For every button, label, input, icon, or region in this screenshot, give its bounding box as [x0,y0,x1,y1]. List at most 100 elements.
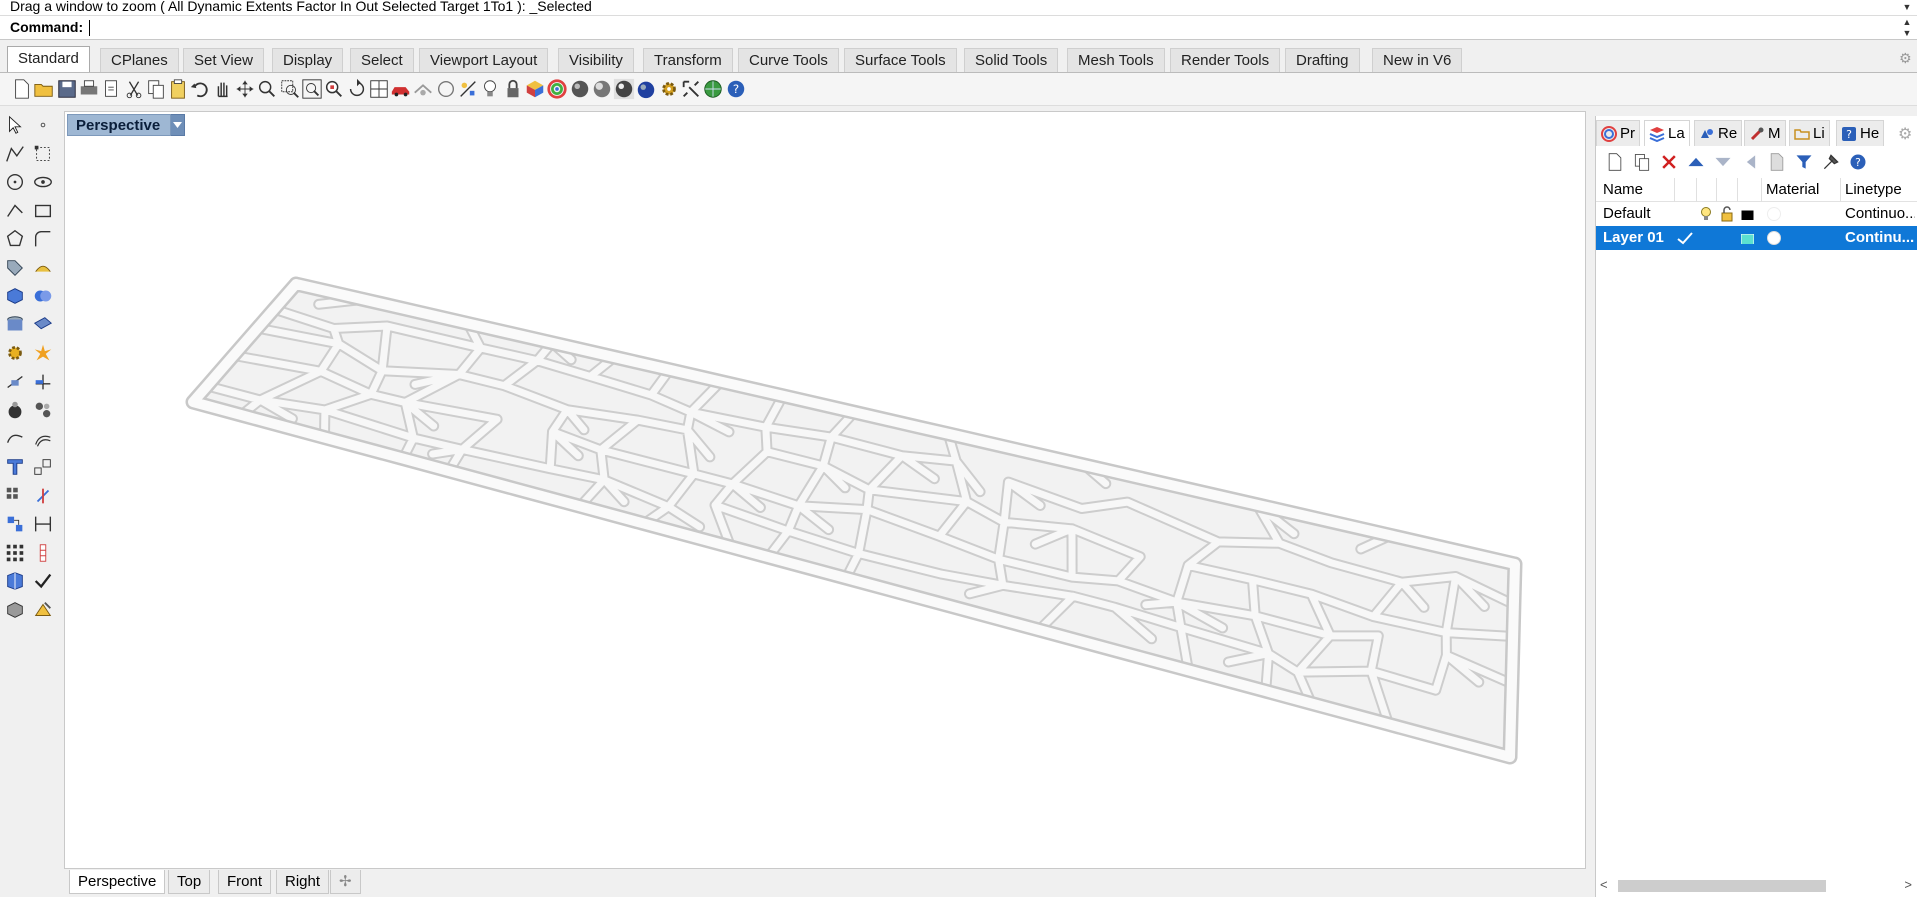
rotate-view-button[interactable] [233,77,257,101]
chevron-right-icon[interactable]: > [1904,877,1912,892]
boolean-button[interactable] [2,397,28,423]
cage-button[interactable] [2,568,28,594]
circle-button[interactable] [434,77,458,101]
tab-visibility[interactable]: Visibility [558,48,634,72]
move-up-button[interactable] [1685,151,1707,173]
new-layer-button[interactable] [1604,151,1626,173]
zoom-selected-button[interactable] [322,77,346,101]
tab-transform[interactable]: Transform [643,48,733,72]
gear-button[interactable] [2,340,28,366]
lock-button[interactable] [501,77,525,101]
polyline-button[interactable] [2,141,28,167]
undo-button[interactable] [188,77,212,101]
chevron-left-icon[interactable]: < [1600,877,1608,892]
dimension-button[interactable] [30,511,56,537]
trim-button[interactable] [2,369,28,395]
column-header-name[interactable]: Name [1603,178,1643,202]
tab-drafting[interactable]: Drafting [1285,48,1360,72]
add-viewport-tab-icon[interactable]: ✢ [330,870,361,894]
array-button[interactable] [2,483,28,509]
new-file-button[interactable] [10,77,34,101]
viewport-title[interactable]: Perspective [67,114,186,136]
tools-button[interactable] [1820,151,1842,173]
viewport-tab-top[interactable]: Top [168,870,211,894]
mesh-button[interactable] [30,312,56,338]
box-button[interactable] [2,283,28,309]
rectangle-button[interactable] [30,198,56,224]
car-button[interactable] [389,77,413,101]
grid-array-button[interactable] [2,540,28,566]
command-scroll-up-icon[interactable]: ▲ [1901,17,1913,27]
sphere-button[interactable] [568,77,592,101]
column-header-linetype[interactable]: Linetype [1845,178,1902,202]
color-wheel-button[interactable] [545,77,569,101]
surface-button[interactable] [30,255,56,281]
select-arrow-button[interactable] [2,112,28,138]
solid-union-button[interactable] [30,283,56,309]
tab-viewport-layout[interactable]: Viewport Layout [419,48,549,72]
tab-mesh-tools[interactable]: Mesh Tools [1067,48,1165,72]
print-button[interactable] [77,77,101,101]
undo-view-button[interactable] [345,77,369,101]
offset-button[interactable] [30,426,56,452]
circle-button[interactable] [2,169,28,195]
panel-tab-help[interactable]: ? He [1836,120,1885,146]
save-button[interactable] [55,77,79,101]
history-button[interactable] [30,540,56,566]
viewport-tab-perspective[interactable]: Perspective [69,870,166,894]
copy-button[interactable] [144,77,168,101]
tab-display[interactable]: Display [272,48,344,72]
import-button[interactable] [99,77,123,101]
solid-box-button[interactable] [2,597,28,623]
shaded-sphere-button[interactable] [590,77,614,101]
material-button[interactable] [523,77,547,101]
scale-button[interactable] [30,454,56,480]
tab-render-tools[interactable]: Render Tools [1170,48,1281,72]
properties-button[interactable] [679,77,703,101]
shade-button[interactable] [634,77,658,101]
delete-button[interactable] [1658,151,1680,173]
layer-state-button[interactable] [1766,151,1788,173]
viewport-tab-right[interactable]: Right [276,870,330,894]
layer-row-layer-01[interactable]: Layer 01 Continu... [1596,226,1917,250]
options-button[interactable] [411,77,435,101]
tab-solid-tools[interactable]: Solid Tools [964,48,1059,72]
filter-button[interactable] [1793,151,1815,173]
command-line[interactable]: Command: ▲ ▼ [0,16,1917,40]
render-button[interactable] [30,597,56,623]
fillet-curve-button[interactable] [30,226,56,252]
chevron-down-icon[interactable] [171,114,186,136]
light-bulb-button[interactable] [478,77,502,101]
panel-tab-materials[interactable]: M [1744,120,1786,146]
tab-set-view[interactable]: Set View [183,48,264,72]
layer-color-swatch[interactable] [1741,231,1754,244]
tab-new-in-v6[interactable]: New in V6 [1372,48,1463,72]
globe-button[interactable] [701,77,725,101]
cut-button[interactable] [122,77,146,101]
layer-linetype[interactable]: Continu... [1845,226,1915,250]
gumball-button[interactable] [30,483,56,509]
panel-tab-properties[interactable]: Pr [1596,120,1640,146]
paste-button[interactable] [166,77,190,101]
command-scroll-down-icon[interactable]: ▼ [1901,2,1913,12]
viewport-tab-front[interactable]: Front [218,870,272,894]
layer-color-swatch[interactable] [1741,207,1754,220]
gear-icon[interactable]: ⚙ [1899,51,1913,65]
point-button[interactable] [30,112,56,138]
current-layer-check-icon[interactable] [1676,230,1694,254]
tab-cplanes[interactable]: CPlanes [100,48,179,72]
block-button[interactable] [2,511,28,537]
perspective-viewport[interactable]: Perspective [64,111,1586,869]
panel-tab-layers[interactable]: La [1644,120,1690,146]
gear-button[interactable] [657,77,681,101]
render-sphere-button[interactable] [612,77,636,101]
tab-select[interactable]: Select [350,48,414,72]
command-scroll-down-icon[interactable]: ▼ [1901,28,1913,38]
ellipse-button[interactable] [30,169,56,195]
column-header-material[interactable]: Material [1766,178,1819,202]
move-out-button[interactable] [1740,151,1762,173]
check-button[interactable] [30,568,56,594]
transform-button[interactable] [2,255,28,281]
material-sphere-icon[interactable] [1766,230,1782,254]
gear-icon[interactable]: ⚙ [1898,124,1912,144]
